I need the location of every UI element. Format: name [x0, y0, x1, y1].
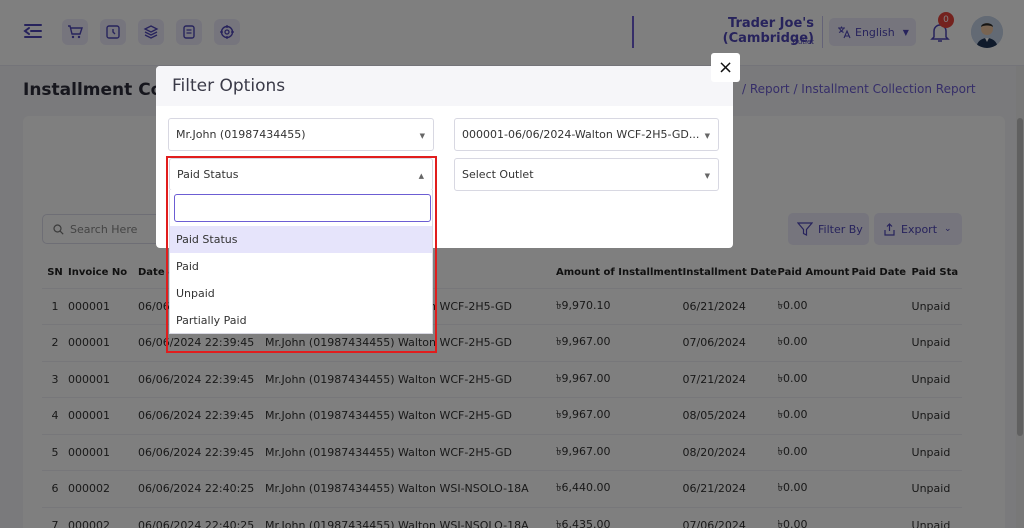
invoice-select[interactable]: 000001-06/06/2024-Walton WCF-2H5-GD... ▼	[454, 118, 719, 151]
outlet-placeholder: Select Outlet	[462, 168, 534, 181]
highlight-frame	[166, 156, 437, 353]
chevron-down-icon: ▼	[419, 132, 425, 140]
modal-header: Filter Options	[156, 66, 733, 106]
chevron-down-icon: ▼	[704, 132, 710, 140]
outlet-select[interactable]: Select Outlet ▼	[454, 158, 719, 191]
modal-title: Filter Options	[172, 76, 286, 96]
customer-select[interactable]: Mr.John (01987434455) ▼	[168, 118, 434, 151]
customer-value: Mr.John (01987434455)	[176, 128, 306, 141]
chevron-down-icon: ▼	[704, 172, 710, 180]
close-button[interactable]: ×	[711, 53, 740, 82]
invoice-value: 000001-06/06/2024-Walton WCF-2H5-GD...	[462, 128, 700, 141]
